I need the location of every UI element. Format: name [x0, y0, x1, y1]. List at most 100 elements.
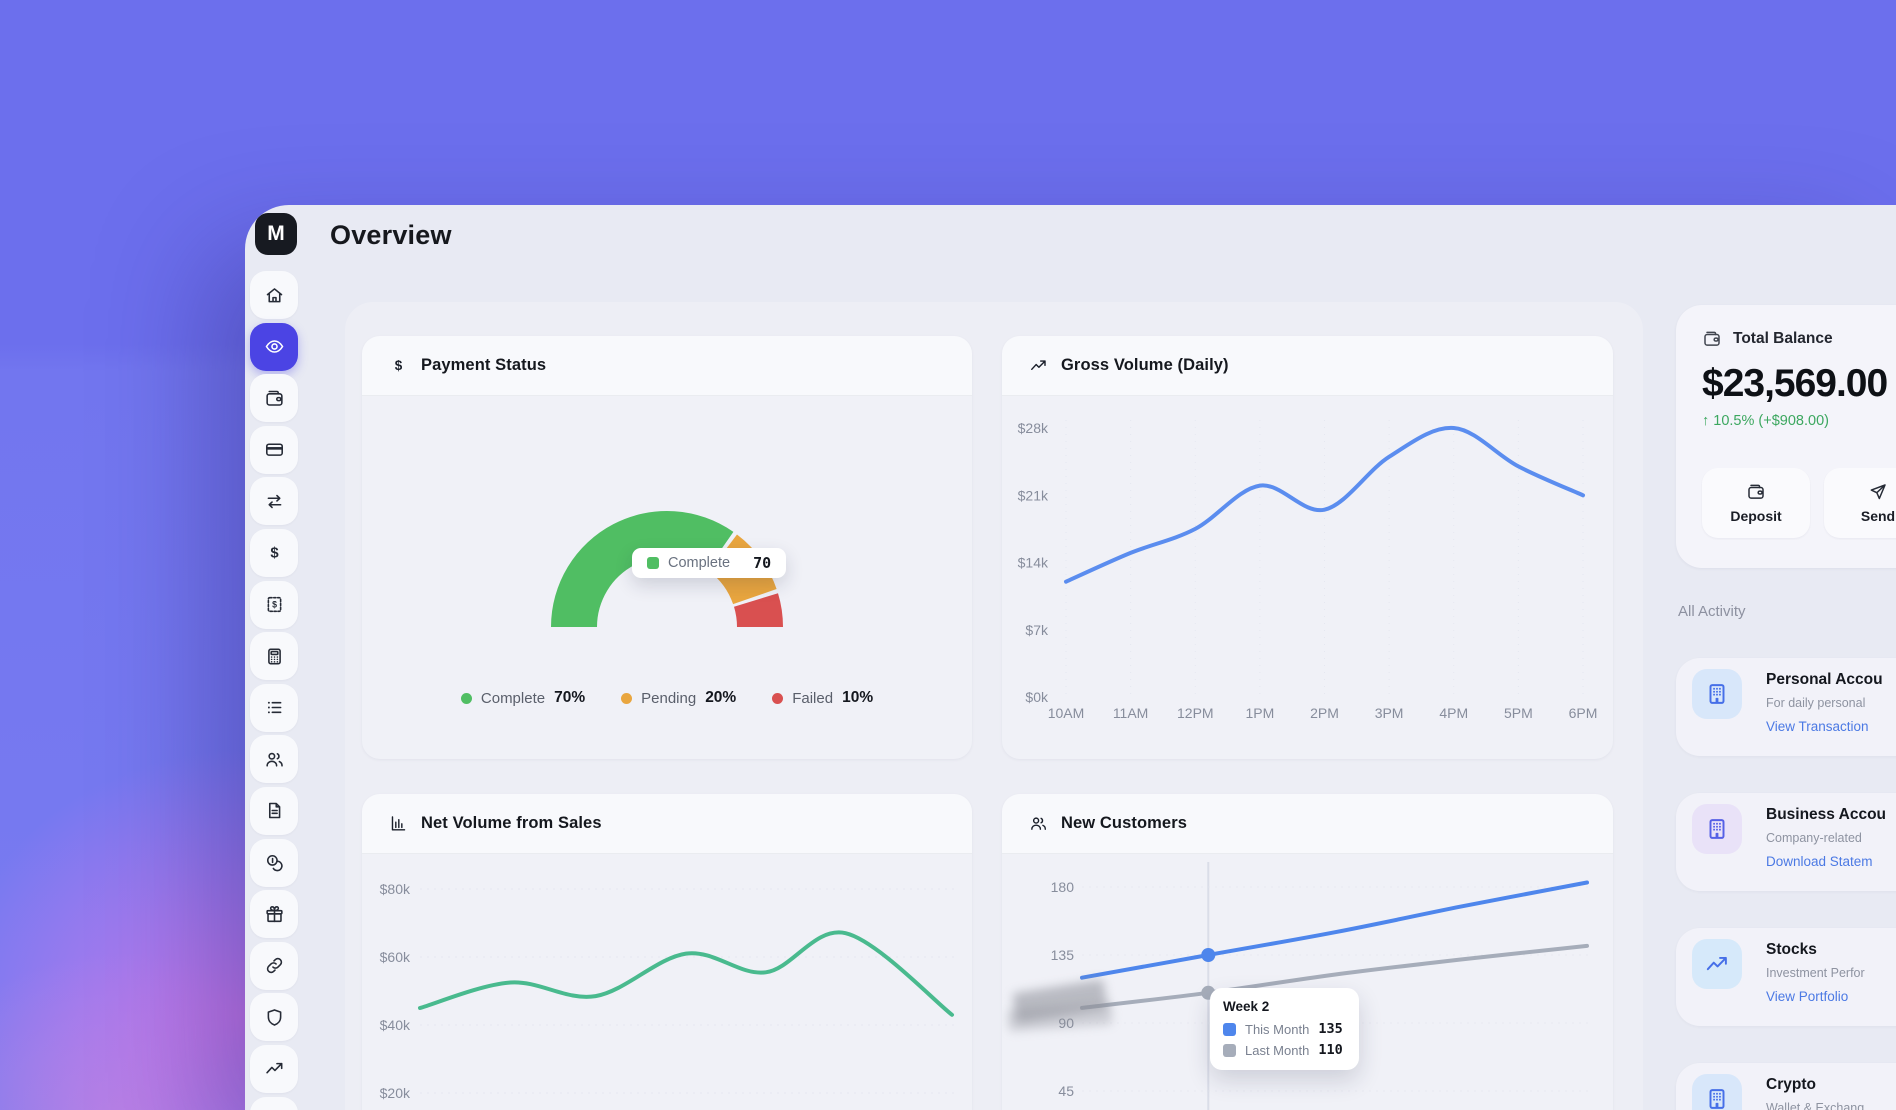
- svg-text:$7k: $7k: [1025, 622, 1049, 638]
- shield-icon: [264, 1007, 285, 1028]
- legend-dot: [772, 693, 783, 704]
- app-logo[interactable]: M: [255, 213, 297, 255]
- tooltip-label: This Month: [1245, 1022, 1309, 1037]
- sidebar-item-list[interactable]: [250, 684, 298, 732]
- activity-subtitle: Company-related: [1766, 831, 1862, 845]
- wallet-icon: [1702, 329, 1722, 349]
- net-volume-svg: $80k$60k$40k$20k: [362, 854, 972, 1110]
- activity-title: Crypto: [1766, 1076, 1816, 1094]
- svg-text:135: 135: [1051, 947, 1075, 963]
- card-header: New Customers: [1002, 794, 1613, 854]
- all-activity-heading: All Activity: [1678, 603, 1746, 620]
- legend-dot: [461, 693, 472, 704]
- net-volume-card: Net Volume from Sales $80k$60k$40k$20k: [362, 794, 972, 1110]
- link-icon: [264, 955, 285, 976]
- activity-title: Personal Accou: [1766, 671, 1883, 689]
- home-icon: [264, 285, 285, 306]
- activity-link[interactable]: View Transaction: [1766, 719, 1869, 734]
- sidebar-item-coins[interactable]: [250, 839, 298, 887]
- svg-text:$28k: $28k: [1018, 420, 1049, 436]
- document-icon: [264, 800, 285, 821]
- sidebar-item-users[interactable]: [250, 735, 298, 783]
- card-title: New Customers: [1061, 814, 1187, 833]
- sidebar-item-wallet[interactable]: [250, 374, 298, 422]
- total-balance-label: Total Balance: [1733, 330, 1833, 348]
- users-icon: [1028, 814, 1048, 834]
- activity-card-business-accou[interactable]: Business Accou Company-relatedDownload S…: [1676, 793, 1896, 891]
- activity-card-stocks[interactable]: Stocks Investment PerforView Portfolio: [1676, 928, 1896, 1026]
- gift-icon: [264, 904, 285, 925]
- credit-card-icon: [264, 439, 285, 460]
- gauge-legend: Complete 70% Pending 20% Failed 10%: [362, 689, 972, 707]
- svg-text:3PM: 3PM: [1375, 705, 1404, 721]
- building-icon-tile: [1692, 804, 1742, 854]
- tooltip-label: Complete: [668, 555, 730, 571]
- trending-up-icon-tile: [1692, 939, 1742, 989]
- sidebar-item-calculator[interactable]: [250, 632, 298, 680]
- activity-card-crypto[interactable]: Crypto Wallet & Exchang: [1676, 1063, 1896, 1110]
- sidebar-item-document[interactable]: [250, 787, 298, 835]
- card-title: Payment Status: [421, 356, 546, 375]
- activity-link[interactable]: Download Statem: [1766, 854, 1873, 869]
- tooltip-row: This Month 135: [1223, 1021, 1343, 1037]
- gross-volume-chart: $28k$21k$14k$7k$0k10AM11AM12PM1PM2PM3PM4…: [1002, 396, 1613, 759]
- legend-swatch: [1223, 1023, 1236, 1036]
- svg-text:$: $: [394, 358, 402, 373]
- sidebar-item-transfer[interactable]: [250, 477, 298, 525]
- sidebar-item-eye[interactable]: [250, 323, 298, 371]
- activity-card-personal-accou[interactable]: Personal Accou For daily personal View Tr…: [1676, 658, 1896, 756]
- bar-chart-icon: [388, 814, 408, 834]
- svg-text:$40k: $40k: [380, 1017, 411, 1033]
- app-window: M Overview $$ $ Payment Status Complete …: [245, 205, 1896, 1110]
- activity-subtitle: Investment Perfor: [1766, 966, 1865, 980]
- trending-up-icon: [1704, 951, 1730, 977]
- trending-up-icon: [1028, 356, 1048, 376]
- card-title: Net Volume from Sales: [421, 814, 602, 833]
- transfer-icon: [264, 491, 285, 512]
- deposit-label: Deposit: [1730, 508, 1781, 524]
- sidebar-item-dollar[interactable]: $: [250, 529, 298, 577]
- total-balance-amount: $23,569.00: [1702, 362, 1896, 406]
- sidebar-item-monitor[interactable]: [250, 1097, 298, 1110]
- activity-link[interactable]: View Portfolio: [1766, 989, 1848, 1004]
- card-title: Gross Volume (Daily): [1061, 356, 1229, 375]
- wallet-icon: [264, 388, 285, 409]
- legend-item: Complete 70%: [461, 689, 585, 707]
- gauge-tooltip: Complete 70: [632, 548, 786, 578]
- deposit-button[interactable]: Deposit: [1702, 468, 1810, 538]
- list-icon: [264, 697, 285, 718]
- svg-text:90: 90: [1058, 1015, 1074, 1031]
- send-icon: [1868, 482, 1888, 502]
- sidebar-item-link[interactable]: [250, 942, 298, 990]
- send-button[interactable]: Send: [1824, 468, 1896, 538]
- sidebar-item-trending-up[interactable]: [250, 1045, 298, 1093]
- svg-text:$: $: [272, 600, 277, 610]
- svg-text:$80k: $80k: [380, 881, 411, 897]
- coins-icon: [264, 852, 285, 873]
- sidebar-item-credit-card[interactable]: [250, 426, 298, 474]
- sidebar-item-invoice[interactable]: $: [250, 581, 298, 629]
- send-label: Send: [1861, 508, 1895, 524]
- svg-text:180: 180: [1051, 879, 1075, 895]
- card-header: $ Payment Status: [362, 336, 972, 396]
- svg-text:$14k: $14k: [1018, 555, 1049, 571]
- gross-volume-card: Gross Volume (Daily) $28k$21k$14k$7k$0k1…: [1002, 336, 1613, 759]
- sidebar-item-gift[interactable]: [250, 890, 298, 938]
- svg-text:$: $: [270, 546, 279, 562]
- calculator-icon: [264, 646, 285, 667]
- svg-text:11AM: 11AM: [1113, 705, 1149, 721]
- building-icon: [1704, 1086, 1730, 1110]
- legend-item: Failed 10%: [772, 689, 873, 707]
- bar-chart-icon: [389, 814, 408, 833]
- sidebar-item-home[interactable]: [250, 271, 298, 319]
- total-balance-card: Total Balance $23,569.00 ↑ 10.5% (+$908.…: [1676, 305, 1896, 568]
- legend-dot: [621, 693, 632, 704]
- svg-text:$0k: $0k: [1025, 689, 1049, 705]
- trending-up-icon: [264, 1058, 285, 1079]
- activity-subtitle: For daily personal: [1766, 696, 1865, 710]
- building-icon-tile: [1692, 669, 1742, 719]
- sidebar-item-shield[interactable]: [250, 993, 298, 1041]
- users-icon: [264, 749, 285, 770]
- total-balance-header: Total Balance: [1702, 329, 1896, 349]
- svg-text:6PM: 6PM: [1569, 705, 1598, 721]
